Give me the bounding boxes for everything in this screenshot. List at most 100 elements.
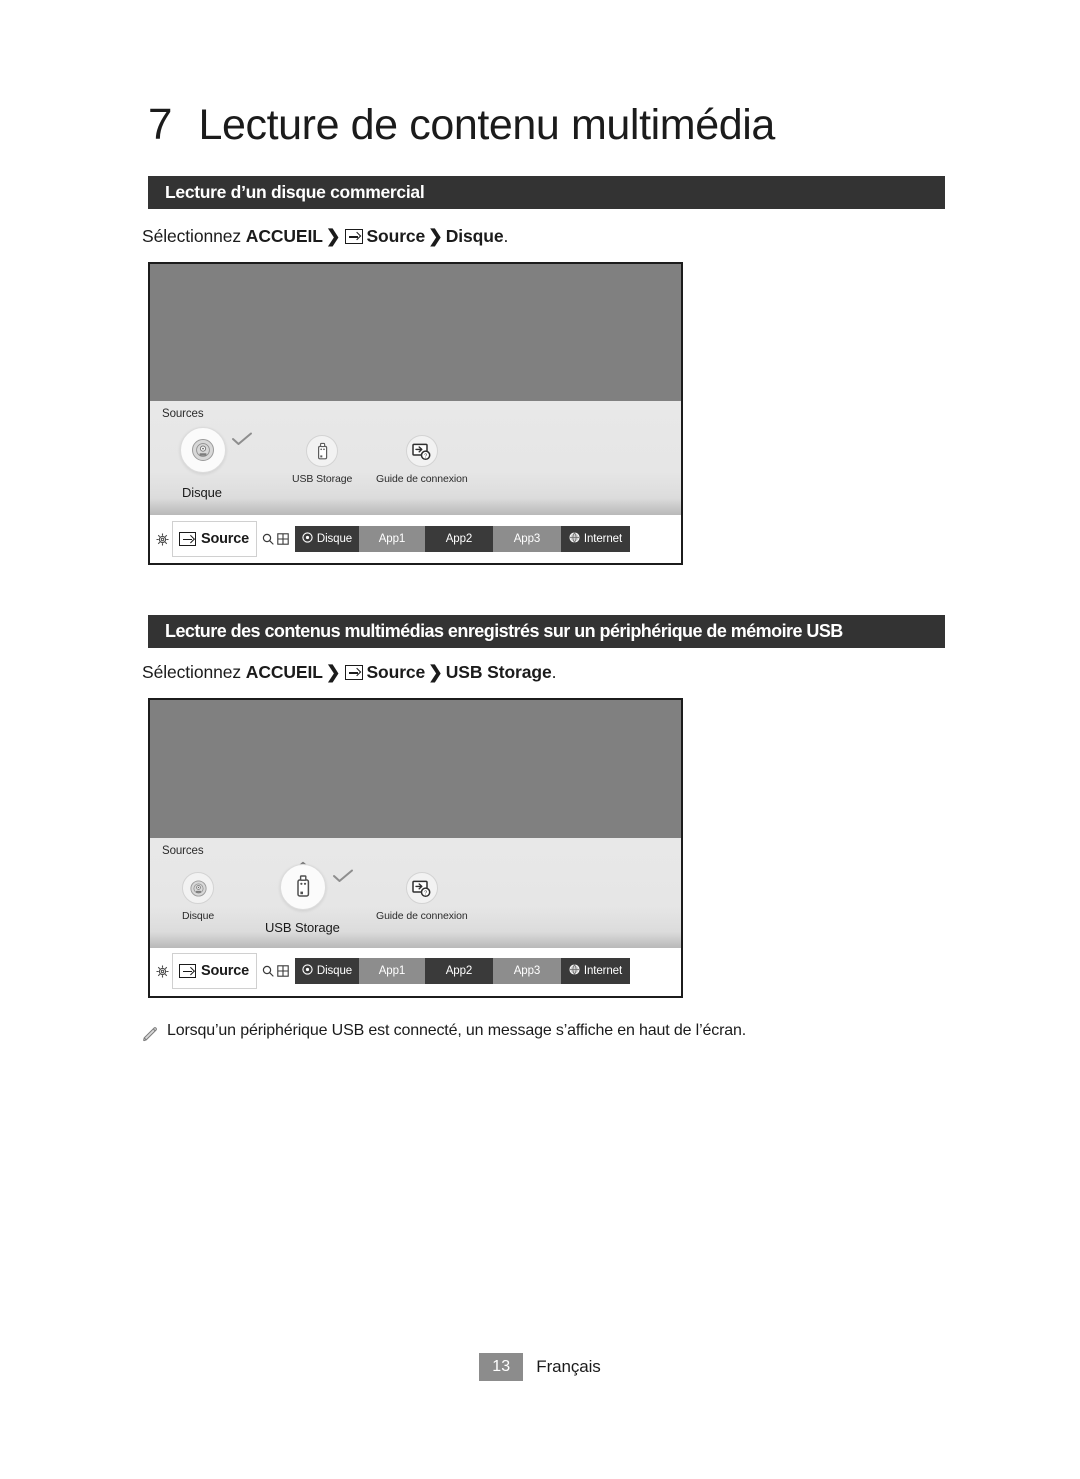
instruction-chevron-1: ❯ — [325, 226, 341, 246]
usb-icon — [280, 864, 326, 910]
source-item-label: Disque — [182, 910, 215, 922]
source-item-disque[interactable] — [180, 427, 226, 473]
chapter-heading: 7 Lecture de contenu multimédia — [148, 100, 775, 150]
launcher-bar: Source Disque App1 App2 App3 Internet — [150, 948, 681, 994]
app-button-label: Internet — [583, 533, 623, 545]
tv-screen-area — [150, 700, 681, 838]
launcher-source-label: Source — [201, 963, 249, 979]
disc-small-icon — [302, 532, 313, 546]
source-items: USB Storage ? Guide de connexion — [150, 427, 681, 497]
source-item-label: Guide de connexion — [376, 473, 468, 485]
chapter-title: Lecture de contenu multimédia — [198, 101, 775, 149]
source-items: Disque ? Guide de connexion — [150, 861, 681, 934]
globe-icon — [569, 532, 580, 546]
source-item-label: USB Storage — [292, 473, 353, 485]
selected-source-label: Disque — [182, 485, 222, 500]
instruction-chevron-1: ❯ — [325, 662, 341, 682]
sources-panel-label: Sources — [162, 408, 204, 420]
source-item-disque[interactable]: Disque — [182, 872, 214, 922]
gear-icon[interactable] — [156, 964, 169, 978]
instruction-suffix: . — [551, 662, 557, 682]
gear-icon[interactable] — [156, 532, 169, 546]
document-page: 7 Lecture de contenu multimédia Lecture … — [0, 0, 1080, 1479]
source-icon — [345, 229, 364, 244]
instruction-disc: Sélectionnez ACCUEIL ❯ Source ❯ Disque. — [142, 226, 508, 247]
section-bar-usb: Lecture des contenus multimédias enregis… — [148, 615, 945, 648]
source-item-guide-connexion[interactable]: ? Guide de connexion — [376, 872, 468, 922]
app-button-app3[interactable]: App3 — [492, 958, 561, 984]
instruction-home: ACCUEIL — [245, 226, 323, 246]
instruction-chevron-2: ❯ — [428, 226, 443, 246]
apps-grid-icon[interactable] — [277, 965, 289, 977]
tv-mockup-disc: Sources USB Storage ? Guide de connexion… — [148, 262, 683, 565]
disc-icon — [182, 872, 215, 904]
instruction-target: USB Storage — [445, 662, 552, 682]
selected-check-icon — [231, 432, 253, 446]
launcher-source-label: Source — [201, 531, 249, 547]
launcher-source-button[interactable]: Source — [172, 521, 257, 557]
app-button-internet[interactable]: Internet — [560, 526, 630, 552]
page-footer: 13 Français — [0, 1353, 1080, 1381]
source-item-guide-connexion[interactable]: ? Guide de connexion — [376, 435, 468, 485]
app-button-label: Disque — [316, 533, 353, 545]
launcher-app-row: Disque App1 App2 App3 Internet — [294, 958, 630, 984]
app-button-disque[interactable]: Disque — [294, 526, 359, 552]
app-button-app1[interactable]: App1 — [358, 526, 425, 552]
search-icon[interactable] — [262, 533, 274, 545]
disc-small-icon — [302, 964, 313, 978]
instruction-source: Source — [366, 226, 426, 246]
launcher-left-group: Source — [150, 948, 295, 994]
app-button-label: App2 — [445, 533, 473, 545]
app-button-app2[interactable]: App2 — [424, 958, 493, 984]
globe-icon — [569, 964, 580, 978]
sources-panel-label: Sources — [162, 845, 204, 857]
tv-screen-area — [150, 264, 681, 401]
app-button-label: App3 — [513, 965, 541, 977]
tv-mockup-usb: Sources Disque ? Guide de connexion USB … — [148, 698, 683, 998]
app-button-label: Disque — [316, 965, 353, 977]
app-button-label: App1 — [378, 965, 406, 977]
instruction-prefix: Sélectionnez — [142, 662, 246, 682]
source-icon — [345, 665, 364, 680]
apps-grid-icon[interactable] — [277, 533, 289, 545]
note-text: Lorsqu’un périphérique USB est connecté,… — [167, 1022, 747, 1039]
launcher-mini-icons — [262, 965, 289, 977]
search-icon[interactable] — [262, 965, 274, 977]
instruction-home: ACCUEIL — [245, 662, 323, 682]
source-item-label: Guide de connexion — [376, 910, 468, 922]
svg-text:?: ? — [424, 890, 427, 896]
pencil-note-icon — [142, 1026, 159, 1048]
instruction-source: Source — [366, 662, 426, 682]
sources-panel: Sources — [150, 838, 681, 948]
footer-language: Français — [536, 1357, 601, 1376]
launcher-app-row: Disque App1 App2 App3 Internet — [294, 526, 630, 552]
launcher-bar: Source Disque App1 App2 App3 Internet — [150, 515, 681, 563]
instruction-chevron-2: ❯ — [428, 662, 443, 682]
launcher-mini-icons — [262, 533, 289, 545]
source-icon — [179, 532, 196, 546]
section-bar-label: Lecture d’un disque commercial — [165, 182, 425, 202]
app-button-label: Internet — [583, 965, 623, 977]
launcher-source-button[interactable]: Source — [172, 953, 257, 989]
app-button-app1[interactable]: App1 — [358, 958, 425, 984]
app-button-app2[interactable]: App2 — [424, 526, 493, 552]
source-icon — [179, 964, 196, 978]
selected-source-label: USB Storage — [265, 920, 340, 935]
app-button-app3[interactable]: App3 — [492, 526, 561, 552]
sources-panel: Sources — [150, 401, 681, 515]
usb-icon — [306, 435, 339, 467]
selected-check-icon — [332, 869, 354, 883]
app-button-label: App2 — [445, 965, 473, 977]
source-item-usb-storage[interactable]: USB Storage — [292, 435, 352, 485]
app-button-label: App1 — [378, 533, 406, 545]
svg-text:?: ? — [424, 453, 427, 459]
section-bar-disc: Lecture d’un disque commercial — [148, 176, 945, 209]
app-button-disque[interactable]: Disque — [294, 958, 359, 984]
note-block: Lorsqu’un périphérique USB est connecté,… — [142, 1022, 746, 1048]
connection-guide-icon: ? — [405, 872, 438, 904]
disc-icon — [180, 427, 226, 473]
page-number-badge: 13 — [479, 1353, 524, 1381]
source-item-usb-storage[interactable] — [280, 864, 326, 910]
app-button-internet[interactable]: Internet — [560, 958, 630, 984]
instruction-suffix: . — [503, 226, 509, 246]
